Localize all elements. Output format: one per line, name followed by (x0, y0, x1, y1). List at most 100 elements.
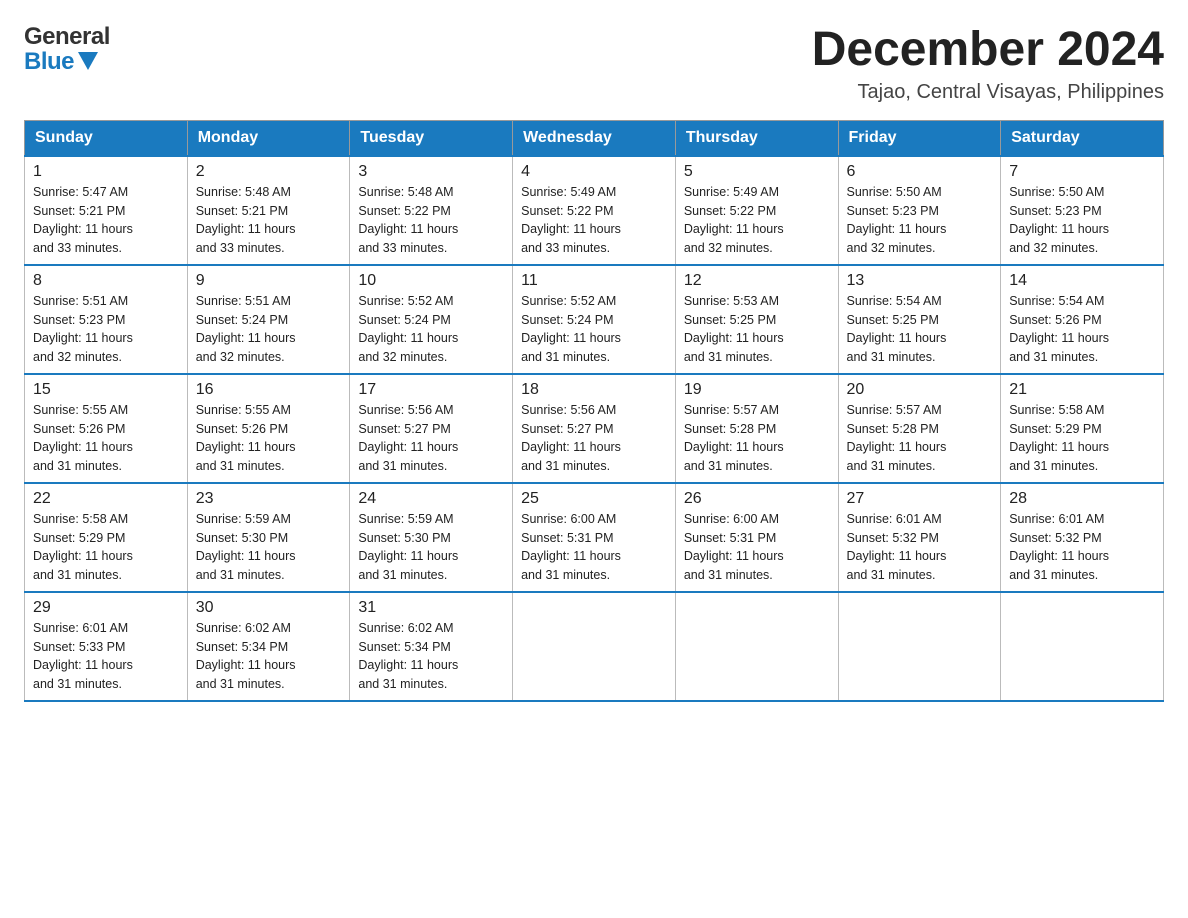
calendar-week-row: 15 Sunrise: 5:55 AMSunset: 5:26 PMDaylig… (25, 374, 1164, 483)
day-number: 21 (1009, 381, 1155, 399)
day-info: Sunrise: 6:02 AMSunset: 5:34 PMDaylight:… (196, 619, 342, 694)
day-number: 29 (33, 599, 179, 617)
day-number: 8 (33, 272, 179, 290)
day-number: 11 (521, 272, 667, 290)
day-number: 28 (1009, 490, 1155, 508)
calendar-day-cell: 22 Sunrise: 5:58 AMSunset: 5:29 PMDaylig… (25, 483, 188, 592)
day-number: 26 (684, 490, 830, 508)
calendar-week-row: 8 Sunrise: 5:51 AMSunset: 5:23 PMDayligh… (25, 265, 1164, 374)
day-number: 16 (196, 381, 342, 399)
day-number: 9 (196, 272, 342, 290)
day-info: Sunrise: 5:57 AMSunset: 5:28 PMDaylight:… (684, 401, 830, 476)
day-info: Sunrise: 6:01 AMSunset: 5:32 PMDaylight:… (1009, 510, 1155, 585)
day-info: Sunrise: 5:54 AMSunset: 5:26 PMDaylight:… (1009, 292, 1155, 367)
calendar-week-row: 29 Sunrise: 6:01 AMSunset: 5:33 PMDaylig… (25, 592, 1164, 701)
logo-blue-text: Blue (24, 49, 74, 74)
day-info: Sunrise: 6:00 AMSunset: 5:31 PMDaylight:… (684, 510, 830, 585)
calendar-day-cell: 30 Sunrise: 6:02 AMSunset: 5:34 PMDaylig… (187, 592, 350, 701)
calendar-day-cell: 15 Sunrise: 5:55 AMSunset: 5:26 PMDaylig… (25, 374, 188, 483)
day-info: Sunrise: 5:51 AMSunset: 5:24 PMDaylight:… (196, 292, 342, 367)
day-info: Sunrise: 6:01 AMSunset: 5:33 PMDaylight:… (33, 619, 179, 694)
calendar-day-cell: 11 Sunrise: 5:52 AMSunset: 5:24 PMDaylig… (513, 265, 676, 374)
day-number: 19 (684, 381, 830, 399)
calendar-day-cell: 25 Sunrise: 6:00 AMSunset: 5:31 PMDaylig… (513, 483, 676, 592)
day-info: Sunrise: 6:01 AMSunset: 5:32 PMDaylight:… (847, 510, 993, 585)
day-info: Sunrise: 5:55 AMSunset: 5:26 PMDaylight:… (196, 401, 342, 476)
calendar-table: SundayMondayTuesdayWednesdayThursdayFrid… (24, 120, 1164, 702)
day-number: 22 (33, 490, 179, 508)
day-info: Sunrise: 5:50 AMSunset: 5:23 PMDaylight:… (1009, 183, 1155, 258)
calendar-day-header: Friday (838, 120, 1001, 156)
calendar-day-cell: 16 Sunrise: 5:55 AMSunset: 5:26 PMDaylig… (187, 374, 350, 483)
day-info: Sunrise: 5:52 AMSunset: 5:24 PMDaylight:… (358, 292, 504, 367)
calendar-day-cell: 2 Sunrise: 5:48 AMSunset: 5:21 PMDayligh… (187, 156, 350, 265)
calendar-day-cell: 13 Sunrise: 5:54 AMSunset: 5:25 PMDaylig… (838, 265, 1001, 374)
calendar-day-cell: 29 Sunrise: 6:01 AMSunset: 5:33 PMDaylig… (25, 592, 188, 701)
calendar-day-cell (838, 592, 1001, 701)
calendar-day-cell: 17 Sunrise: 5:56 AMSunset: 5:27 PMDaylig… (350, 374, 513, 483)
calendar-day-header: Tuesday (350, 120, 513, 156)
day-number: 6 (847, 163, 993, 181)
day-info: Sunrise: 5:58 AMSunset: 5:29 PMDaylight:… (33, 510, 179, 585)
calendar-day-cell: 19 Sunrise: 5:57 AMSunset: 5:28 PMDaylig… (675, 374, 838, 483)
calendar-day-cell (1001, 592, 1164, 701)
logo-general-text: General (24, 24, 110, 49)
calendar-day-header: Sunday (25, 120, 188, 156)
day-number: 13 (847, 272, 993, 290)
day-info: Sunrise: 5:54 AMSunset: 5:25 PMDaylight:… (847, 292, 993, 367)
calendar-day-cell: 6 Sunrise: 5:50 AMSunset: 5:23 PMDayligh… (838, 156, 1001, 265)
calendar-day-cell: 27 Sunrise: 6:01 AMSunset: 5:32 PMDaylig… (838, 483, 1001, 592)
calendar-day-cell: 1 Sunrise: 5:47 AMSunset: 5:21 PMDayligh… (25, 156, 188, 265)
logo: General Blue (24, 24, 110, 74)
logo-triangle-icon (78, 52, 98, 70)
calendar-header-row: SundayMondayTuesdayWednesdayThursdayFrid… (25, 120, 1164, 156)
day-number: 5 (684, 163, 830, 181)
calendar-day-header: Thursday (675, 120, 838, 156)
day-number: 3 (358, 163, 504, 181)
day-number: 31 (358, 599, 504, 617)
logo-block: General Blue (24, 24, 110, 74)
day-info: Sunrise: 5:53 AMSunset: 5:25 PMDaylight:… (684, 292, 830, 367)
day-info: Sunrise: 5:49 AMSunset: 5:22 PMDaylight:… (684, 183, 830, 258)
calendar-day-cell: 26 Sunrise: 6:00 AMSunset: 5:31 PMDaylig… (675, 483, 838, 592)
logo-blue-row: Blue (24, 49, 110, 74)
day-info: Sunrise: 5:48 AMSunset: 5:22 PMDaylight:… (358, 183, 504, 258)
calendar-day-cell: 18 Sunrise: 5:56 AMSunset: 5:27 PMDaylig… (513, 374, 676, 483)
day-info: Sunrise: 5:52 AMSunset: 5:24 PMDaylight:… (521, 292, 667, 367)
calendar-day-cell: 31 Sunrise: 6:02 AMSunset: 5:34 PMDaylig… (350, 592, 513, 701)
day-info: Sunrise: 5:49 AMSunset: 5:22 PMDaylight:… (521, 183, 667, 258)
day-number: 23 (196, 490, 342, 508)
day-number: 20 (847, 381, 993, 399)
day-number: 30 (196, 599, 342, 617)
day-info: Sunrise: 6:00 AMSunset: 5:31 PMDaylight:… (521, 510, 667, 585)
day-info: Sunrise: 5:56 AMSunset: 5:27 PMDaylight:… (521, 401, 667, 476)
calendar-week-row: 22 Sunrise: 5:58 AMSunset: 5:29 PMDaylig… (25, 483, 1164, 592)
calendar-day-cell: 24 Sunrise: 5:59 AMSunset: 5:30 PMDaylig… (350, 483, 513, 592)
calendar-day-cell: 8 Sunrise: 5:51 AMSunset: 5:23 PMDayligh… (25, 265, 188, 374)
day-number: 18 (521, 381, 667, 399)
calendar-day-cell: 5 Sunrise: 5:49 AMSunset: 5:22 PMDayligh… (675, 156, 838, 265)
calendar-day-cell: 3 Sunrise: 5:48 AMSunset: 5:22 PMDayligh… (350, 156, 513, 265)
day-info: Sunrise: 5:59 AMSunset: 5:30 PMDaylight:… (196, 510, 342, 585)
calendar-day-cell: 7 Sunrise: 5:50 AMSunset: 5:23 PMDayligh… (1001, 156, 1164, 265)
calendar-week-row: 1 Sunrise: 5:47 AMSunset: 5:21 PMDayligh… (25, 156, 1164, 265)
logo-area: General Blue (24, 24, 110, 74)
day-info: Sunrise: 5:59 AMSunset: 5:30 PMDaylight:… (358, 510, 504, 585)
day-number: 12 (684, 272, 830, 290)
day-number: 10 (358, 272, 504, 290)
calendar-day-cell: 9 Sunrise: 5:51 AMSunset: 5:24 PMDayligh… (187, 265, 350, 374)
day-number: 27 (847, 490, 993, 508)
day-info: Sunrise: 5:56 AMSunset: 5:27 PMDaylight:… (358, 401, 504, 476)
calendar-day-cell: 20 Sunrise: 5:57 AMSunset: 5:28 PMDaylig… (838, 374, 1001, 483)
month-title: December 2024 (812, 24, 1164, 77)
calendar-day-cell: 23 Sunrise: 5:59 AMSunset: 5:30 PMDaylig… (187, 483, 350, 592)
calendar-day-header: Saturday (1001, 120, 1164, 156)
day-info: Sunrise: 5:47 AMSunset: 5:21 PMDaylight:… (33, 183, 179, 258)
day-number: 2 (196, 163, 342, 181)
day-number: 24 (358, 490, 504, 508)
day-info: Sunrise: 5:57 AMSunset: 5:28 PMDaylight:… (847, 401, 993, 476)
day-number: 17 (358, 381, 504, 399)
day-number: 25 (521, 490, 667, 508)
calendar-day-cell: 12 Sunrise: 5:53 AMSunset: 5:25 PMDaylig… (675, 265, 838, 374)
calendar-day-cell: 14 Sunrise: 5:54 AMSunset: 5:26 PMDaylig… (1001, 265, 1164, 374)
